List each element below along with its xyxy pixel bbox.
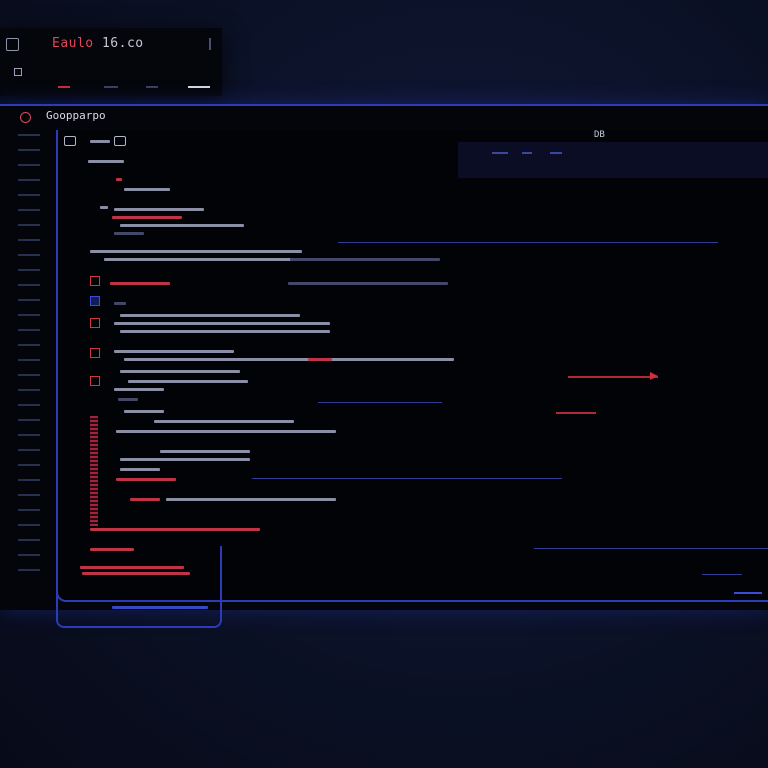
code-line [104,258,294,261]
code-line [114,388,164,391]
tab-indicator-active[interactable] [188,86,210,88]
arrow-icon [650,372,658,380]
menu-icon[interactable] [14,68,22,76]
code-line [114,302,126,305]
marker-line [556,412,596,414]
code-line [154,420,294,423]
panel-status [112,606,208,609]
editor-window: Goopparpo DB [0,104,768,628]
connector-line [318,402,442,403]
header-item[interactable] [522,152,532,154]
code-line [166,498,336,501]
mini-window-title-accent: Eaulo [52,36,94,51]
code-line [118,398,138,401]
editor-gutter[interactable] [86,170,104,550]
code-line [114,208,204,211]
code-line [290,258,440,261]
marker-line [568,376,658,378]
code-line [124,410,164,413]
header-item[interactable] [550,152,562,154]
code-line [124,358,454,361]
separator [534,548,768,549]
logo-icon [20,112,31,123]
mini-window-title: Eaulo 16.co [52,36,144,51]
breakpoint-icon[interactable] [90,348,100,358]
code-line [100,206,108,209]
right-panel-header: DB [458,130,768,178]
panel-label[interactable]: DB [594,130,605,140]
code-line [116,478,176,481]
code-line [110,282,170,285]
tab-icon[interactable] [114,136,126,146]
tab-indicator[interactable] [58,86,70,88]
bookmark-icon[interactable] [90,296,100,306]
mini-window-title-rest: 16.co [93,36,144,51]
file-path [88,160,124,163]
breakpoint-icon[interactable] [90,318,100,328]
window-title: Goopparpo [46,109,106,122]
app-icon[interactable] [6,38,19,51]
code-line [160,450,250,453]
code-line [124,188,170,191]
separator [252,478,562,479]
bottom-panel[interactable] [56,546,222,628]
tab-icon[interactable] [64,136,76,146]
code-line [120,370,240,373]
header-item[interactable] [492,152,508,154]
window-titlebar: Goopparpo [0,106,768,128]
code-line [112,216,182,219]
code-line [120,330,330,333]
code-line [120,224,244,227]
code-editor[interactable]: DB [56,130,768,602]
code-line [114,322,330,325]
separator [338,242,718,243]
breakpoint-icon[interactable] [90,376,100,386]
tab-indicator[interactable] [146,86,158,88]
code-line [120,314,300,317]
code-line [90,528,260,531]
diff-marker [90,416,98,526]
mini-window: Eaulo 16.co [0,28,222,96]
breakpoint-icon[interactable] [90,276,100,286]
code-line [120,458,250,461]
code-token [116,178,122,181]
panel-status [80,566,184,569]
code-line [114,232,144,235]
code-token [308,358,332,361]
code-line [130,498,160,501]
activity-bar[interactable] [14,134,44,604]
scroll-indicator[interactable] [734,592,762,594]
code-line [116,430,336,433]
window-control[interactable] [209,38,211,50]
code-line [90,250,302,253]
code-line [288,282,448,285]
code-line [128,380,248,383]
status-line [702,574,742,575]
tab-indicator[interactable] [104,86,118,88]
editor-tab-strip: DB [58,130,768,178]
code-line [120,468,160,471]
tab-label[interactable] [90,140,110,143]
code-line [114,350,234,353]
